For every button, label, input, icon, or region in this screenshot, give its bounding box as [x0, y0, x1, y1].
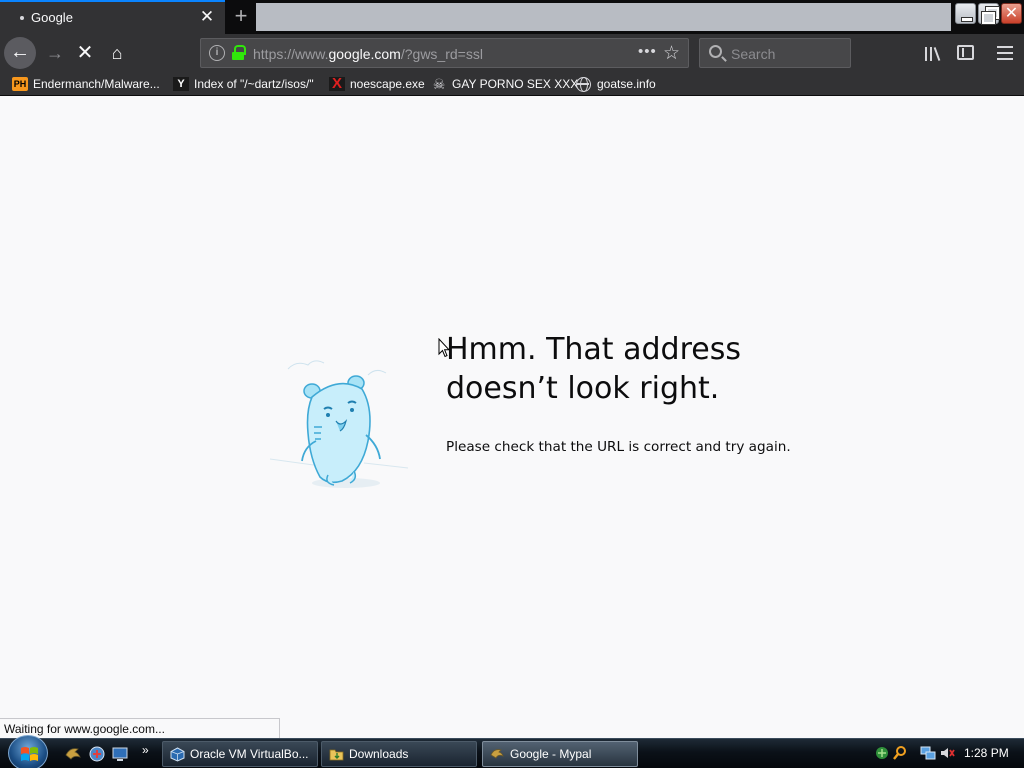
windows-logo-icon	[8, 735, 48, 768]
url-text[interactable]: https://www.google.com/?gws_rd=ssl	[253, 46, 483, 62]
taskbar-button-google-mypal[interactable]: Google - Mypal	[482, 741, 638, 767]
new-tab-button[interactable]: +	[228, 2, 254, 30]
bookmark-label: Endermanch/Malware...	[33, 77, 160, 91]
hamburger-menu-icon[interactable]	[997, 46, 1013, 60]
bookmark-label: GAY PORNO SEX XXX	[452, 77, 579, 91]
ycombinator-favicon-icon: Y	[173, 77, 189, 91]
tab-title: Google	[31, 10, 73, 25]
error-title: Hmm. That address doesn’t look right.	[446, 332, 741, 406]
skull-favicon-icon: ☠	[432, 76, 446, 92]
taskbar-button-downloads[interactable]: Downloads	[321, 741, 477, 767]
x-favicon-icon: X	[329, 76, 345, 91]
url-host: google.com	[328, 46, 401, 62]
address-bar[interactable]: i https://www.google.com/?gws_rd=ssl •••…	[200, 38, 689, 68]
bookmark-label: goatse.info	[597, 77, 656, 91]
library-icon[interactable]	[924, 43, 944, 61]
close-window-button[interactable]: ✕	[1001, 3, 1022, 24]
bookmark-star-icon[interactable]: ☆	[663, 42, 680, 65]
tab-google[interactable]: Google ✕	[0, 0, 225, 34]
bookmarks-toolbar: PH Endermanch/Malware... Y Index of "/~d…	[0, 72, 1024, 96]
error-description: Please check that the URL is correct and…	[446, 439, 791, 455]
network-activity-icon[interactable]	[874, 745, 890, 761]
bookmark-label: noescape.exe	[350, 77, 425, 91]
system-tray: 1:28 PM	[870, 741, 1024, 767]
taskbar-button-virtualbox[interactable]: Oracle VM VirtualBo...	[162, 741, 318, 767]
secure-lock-icon[interactable]	[231, 45, 246, 61]
url-path: /?gws_rd=ssl	[400, 46, 483, 62]
mouse-cursor-icon	[438, 338, 450, 358]
tab-strip: Google ✕ + ✕	[0, 0, 1024, 34]
restore-window-button[interactable]	[978, 3, 1000, 25]
search-bar[interactable]: Search	[699, 38, 851, 68]
status-text: Waiting for www.google.com...	[4, 722, 165, 736]
virtualbox-icon	[170, 747, 185, 762]
forward-button[interactable]: →	[40, 38, 70, 68]
windows-taskbar: » Oracle VM VirtualBo... Downloads Googl…	[0, 735, 1024, 768]
folder-icon	[329, 749, 344, 761]
tab-close-icon[interactable]: ✕	[198, 7, 216, 27]
search-icon	[709, 45, 722, 58]
taskbar-button-label: Downloads	[349, 747, 409, 761]
globe-icon	[576, 77, 591, 92]
tab-loading-indicator	[20, 16, 24, 20]
start-button[interactable]	[6, 735, 50, 768]
tab-strip-empty-area[interactable]	[256, 3, 951, 31]
search-placeholder: Search	[731, 46, 776, 62]
show-desktop-icon[interactable]	[111, 745, 129, 763]
page-actions-menu-icon[interactable]: •••	[638, 43, 657, 60]
site-info-icon[interactable]: i	[209, 45, 225, 61]
mypal-quicklaunch-icon[interactable]	[64, 745, 82, 763]
minimize-window-button[interactable]	[955, 3, 976, 24]
stop-loading-button[interactable]: ✕	[70, 38, 100, 68]
close-window-icon: ✕	[1004, 5, 1019, 22]
home-button[interactable]: ⌂	[102, 38, 132, 68]
bookmark-label: Index of "/~dartz/isos/"	[194, 77, 314, 91]
quicklaunch-more-icon[interactable]: »	[142, 743, 149, 757]
navigation-toolbar: ← → ✕ ⌂ i https://www.google.com/?gws_rd…	[0, 34, 1024, 72]
back-button[interactable]: ←	[4, 37, 36, 69]
pornhub-favicon-icon: PH	[12, 77, 28, 91]
error-mascot-illustration	[269, 360, 409, 488]
page-content: Hmm. That address doesn’t look right. Pl…	[0, 96, 1024, 738]
browser-quicklaunch-icon[interactable]	[88, 745, 106, 763]
search-tray-icon[interactable]	[892, 745, 908, 761]
sidebar-toggle-icon[interactable]	[957, 45, 974, 60]
taskbar-button-label: Google - Mypal	[510, 747, 592, 761]
taskbar-button-label: Oracle VM VirtualBo...	[190, 747, 309, 761]
network-connection-icon[interactable]	[920, 745, 936, 761]
taskbar-clock[interactable]: 1:28 PM	[964, 746, 1009, 760]
url-scheme: https://www.	[253, 46, 329, 62]
mypal-icon	[490, 749, 504, 759]
volume-muted-icon[interactable]	[939, 745, 955, 761]
